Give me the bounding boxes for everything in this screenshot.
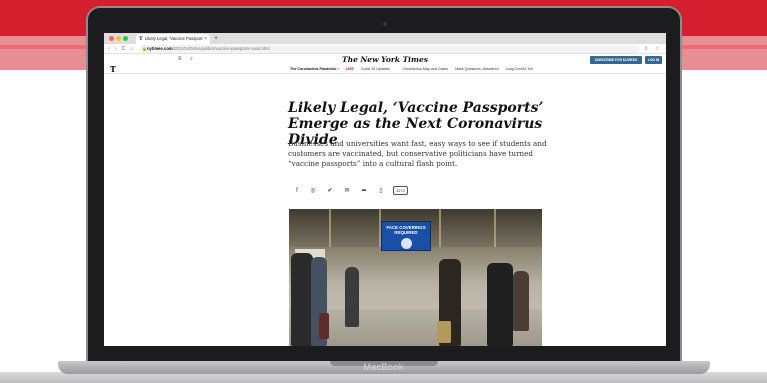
photo-traveler	[487, 263, 513, 346]
article-summary: Businesses and universities want fast, e…	[288, 139, 547, 168]
window-minimize-button[interactable]	[116, 36, 121, 41]
browser-tab-bar: T Likely Legal, 'Vaccine Passport × +	[104, 33, 666, 44]
reload-icon[interactable]: C	[122, 44, 126, 54]
photo-traveler	[513, 271, 529, 331]
photo-sign-text: FACE COVERINGS REQUIRED	[386, 225, 426, 235]
home-icon[interactable]: ⌂	[130, 44, 133, 54]
photo-traveler	[291, 253, 313, 346]
subnav-masks-link[interactable]: Mask Questions, Answered	[455, 67, 499, 71]
url-host: nytimes.com	[147, 46, 173, 51]
photo-face-covering-sign: FACE COVERINGS REQUIRED	[381, 221, 431, 251]
url-path: /2021/04/04/us/politics/vaccine-passport…	[172, 46, 270, 51]
browser-address-bar: ‹ › C ⌂ 🔒 nytimes.com/2021/04/04/us/poli…	[104, 44, 666, 54]
forward-icon[interactable]: ›	[115, 44, 117, 54]
scene: MacBook T Likely Legal, 'Vaccine Passpor…	[0, 0, 767, 383]
photo-suitcase	[437, 321, 451, 343]
camera-icon	[383, 22, 387, 26]
browser-tab-title: Likely Legal, 'Vaccine Passport	[145, 36, 203, 41]
bookmark-icon[interactable]: ▯	[376, 186, 386, 196]
search-icon[interactable]: ⌕	[190, 54, 193, 65]
share-page-icon[interactable]: ⇪	[644, 44, 648, 54]
url-field[interactable]: 🔒 nytimes.com/2021/04/04/us/politics/vac…	[140, 45, 640, 53]
nyt-masthead[interactable]: The New York Times	[104, 54, 666, 65]
tab-close-icon[interactable]: ×	[204, 34, 207, 44]
subnav-map-link[interactable]: Coronavirus Map and Cases	[403, 67, 449, 71]
window-maximize-button[interactable]	[123, 36, 128, 41]
photo-suitcase	[319, 313, 329, 339]
nyt-t-logo[interactable]: T	[110, 65, 116, 74]
laptop-screen: T Likely Legal, 'Vaccine Passport × + ‹ …	[104, 33, 666, 346]
article-photo: FACE COVERINGS REQUIRED	[289, 209, 542, 346]
subnav-pandemic-link[interactable]: The Coronavirus Pandemic ›	[290, 67, 339, 71]
back-icon[interactable]: ‹	[108, 44, 110, 54]
photo-sign-face	[401, 238, 412, 249]
menu-icon[interactable]: ≡	[178, 54, 182, 65]
facebook-icon[interactable]: f	[292, 186, 302, 196]
new-tab-button[interactable]: +	[214, 33, 218, 44]
photo-traveler	[345, 267, 359, 327]
lock-icon: 🔒	[142, 46, 147, 51]
login-button[interactable]: LOG IN	[645, 56, 662, 64]
browser-tab[interactable]: T Likely Legal, 'Vaccine Passport ×	[136, 34, 210, 44]
window-close-button[interactable]	[109, 36, 114, 41]
photo-beam	[494, 209, 496, 247]
subnav-long-covid-link[interactable]: Long Covid's Toll	[506, 67, 533, 71]
photo-beam	[439, 209, 441, 247]
comments-button[interactable]: 1272	[393, 186, 408, 195]
share-icon[interactable]: ➦	[359, 186, 369, 196]
twitter-icon[interactable]: ✔	[325, 186, 335, 196]
subnav-links: The Coronavirus Pandemic › LIVE Covid-19…	[290, 65, 539, 74]
laptop-brand-label: MacBook	[363, 362, 404, 372]
live-badge: LIVE	[345, 67, 354, 71]
nyt-favicon-icon: T	[139, 36, 143, 42]
email-icon[interactable]: ✉	[342, 186, 352, 196]
nyt-header: The New York Times ≡ ⌕ SUBSCRIBE FOR $1/…	[104, 54, 666, 65]
subnav-live-updates-link[interactable]: LIVE Covid-19 Updates	[346, 67, 396, 71]
bookmark-star-icon[interactable]: ☆	[655, 44, 659, 54]
subscribe-button[interactable]: SUBSCRIBE FOR $1/WEEK	[590, 56, 642, 64]
subnav-updates-label: Covid-19 Updates	[360, 67, 390, 71]
whatsapp-icon[interactable]: ◎	[308, 186, 318, 196]
photo-beam	[329, 209, 331, 247]
section-subnav: T The Coronavirus Pandemic › LIVE Covid-…	[104, 65, 666, 74]
